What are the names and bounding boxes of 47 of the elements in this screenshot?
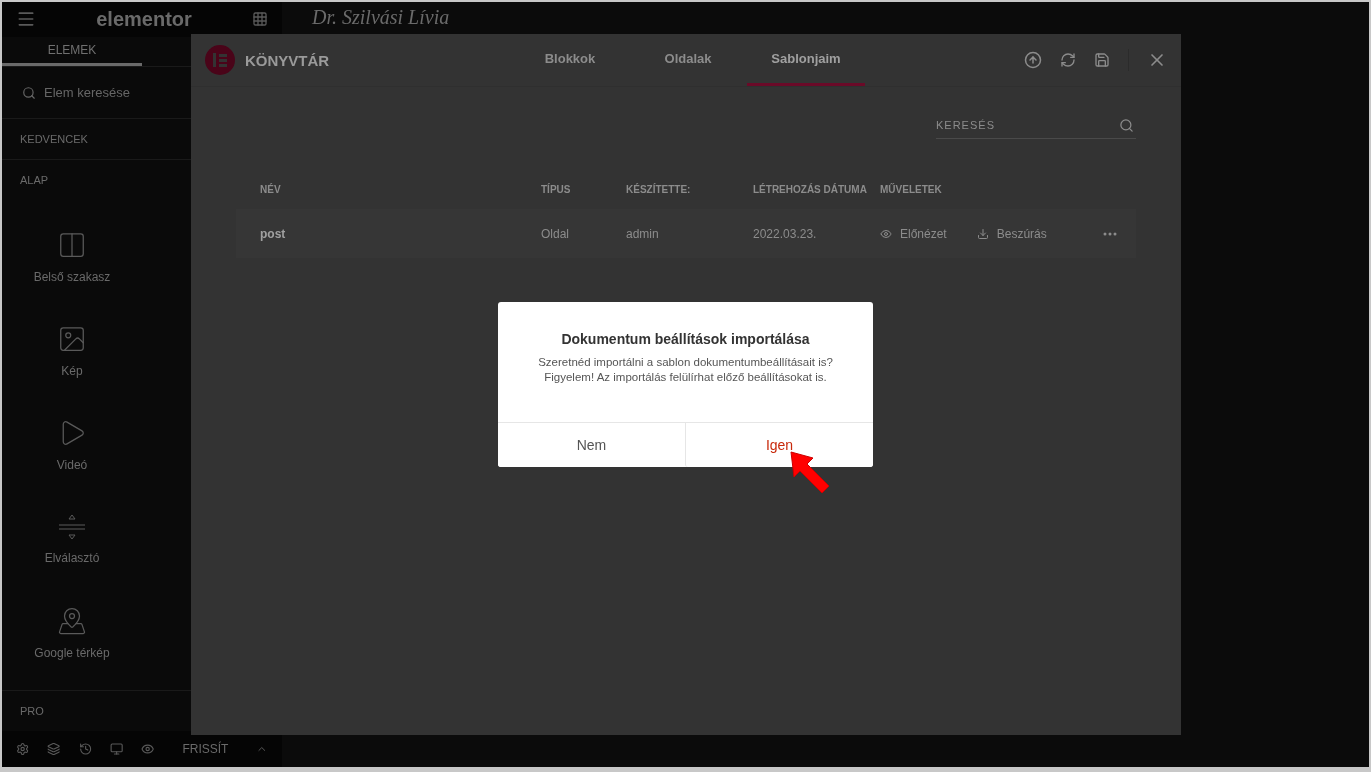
divider-icon xyxy=(58,513,86,542)
table-cell-text: Oldal xyxy=(541,226,570,241)
update-button[interactable]: FRISSÍT xyxy=(172,736,239,763)
logo-icon xyxy=(205,45,235,75)
dialog-message: Figyelem! Az importálás felülírhat előző beállításokat is. xyxy=(544,371,827,383)
grid-icon[interactable] xyxy=(252,11,268,28)
search-icon xyxy=(1119,118,1134,133)
widget-tile[interactable]: Belső szakasz xyxy=(2,210,142,305)
widget-search-field[interactable]: Elem keresése xyxy=(2,67,282,119)
widget-tile[interactable]: Videó xyxy=(2,398,142,493)
table-cell-text: 2022.03.23. xyxy=(753,226,818,241)
search-icon xyxy=(22,85,36,100)
download-icon xyxy=(976,227,989,240)
monitor-icon[interactable] xyxy=(109,741,124,758)
layers-icon[interactable] xyxy=(47,741,61,758)
library-tab[interactable]: Sablonjaim xyxy=(747,34,865,86)
column-header: LÉTREHOZÁS DÁTUMA xyxy=(753,183,868,195)
save-icon[interactable] xyxy=(1094,52,1110,68)
settings-icon[interactable] xyxy=(16,741,30,758)
widget-tile[interactable]: Google térkép xyxy=(2,586,142,681)
more-button[interactable] xyxy=(1102,231,1117,236)
sidebar-tab[interactable]: ELEMEK xyxy=(2,36,142,67)
library-tab[interactable]: Oldalak xyxy=(629,34,747,86)
library-title: KÖNYVTÁR xyxy=(245,51,331,69)
page-title: Dr. Szilvási Lívia xyxy=(312,6,451,29)
column-header: MŰVELETEK xyxy=(880,183,943,195)
eye-icon xyxy=(880,227,892,240)
widget-tile[interactable]: Kép xyxy=(2,304,142,399)
history-icon[interactable] xyxy=(78,741,92,758)
logo: elementor xyxy=(96,7,192,31)
column-header: TÍPUS xyxy=(541,183,572,195)
preview-button[interactable]: Előnézet xyxy=(880,226,947,241)
sync-icon[interactable] xyxy=(1060,52,1076,68)
column-header: KÉSZÍTETTE: xyxy=(626,183,692,195)
upload-icon[interactable] xyxy=(1024,51,1042,69)
map-icon xyxy=(57,606,87,637)
search-field[interactable]: KERESÉS xyxy=(936,111,1136,139)
column-header: NÉV xyxy=(260,183,282,195)
dialog-message: Szeretnéd importálni a sablon dokumentumbeállításait is? xyxy=(538,356,833,368)
table-cell-text: post xyxy=(260,226,287,241)
insert-button[interactable]: Beszúrás xyxy=(976,226,1047,241)
widget-tile[interactable]: Elválasztó xyxy=(2,492,142,587)
confirm-button[interactable]: Igen xyxy=(685,423,873,467)
dialog-title: Dokumentum beállítások importálása xyxy=(560,331,811,347)
table-cell-text: admin xyxy=(626,226,660,241)
library-tab[interactable]: Blokkok xyxy=(511,34,629,86)
more-icon xyxy=(1102,231,1117,236)
